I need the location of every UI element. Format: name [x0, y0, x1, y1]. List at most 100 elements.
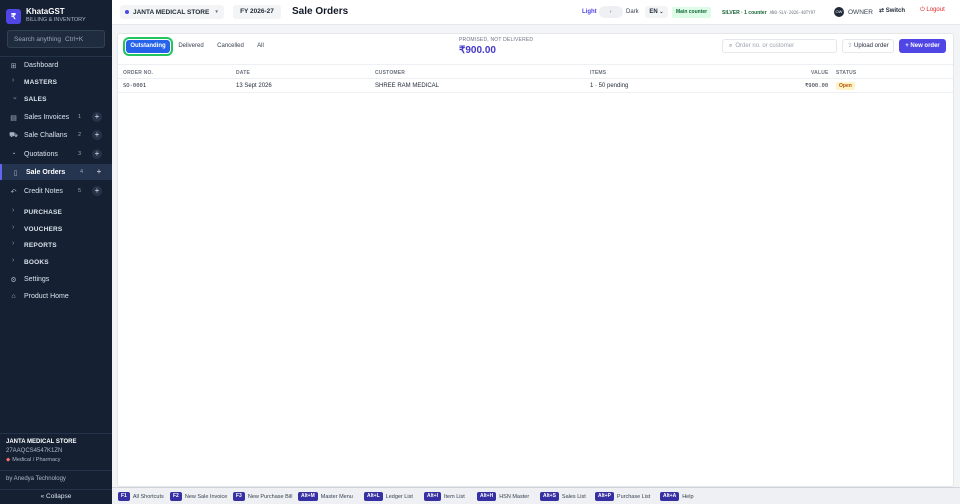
sidebar-item-dashboard[interactable]: ⊞ Dashboard — [0, 57, 112, 73]
tab-delivered[interactable]: Delivered — [174, 40, 208, 53]
switch-button[interactable]: ⇄ Switch — [879, 7, 905, 18]
shortcut-label: Master Menu — [320, 493, 353, 500]
search-icon: ⌕ — [729, 42, 733, 49]
column-value[interactable]: VALUE — [811, 70, 829, 76]
license-code: ANO-SLV-2026-40TY97 — [769, 10, 816, 15]
sidebar-item-label: Sales Invoices — [24, 113, 70, 121]
sidebar-group-sales[interactable]: ⌄ SALES — [0, 91, 112, 107]
language-selector[interactable]: EN ⌄ — [645, 6, 668, 18]
theme-toggle[interactable]: ◐ — [599, 6, 623, 18]
tab-all[interactable]: All — [253, 40, 268, 53]
table-header-top-border — [118, 64, 953, 65]
invoice-icon: ▤ — [10, 114, 17, 122]
chevron-down-icon: ⌄ — [12, 94, 18, 101]
theme-dark-label[interactable]: Dark — [626, 9, 639, 15]
shortcut-f1[interactable]: F1 All Shortcuts — [118, 492, 164, 501]
sidebar-group-purchase[interactable]: › PURCHASE — [0, 204, 112, 220]
add-sale-order-button[interactable]: + — [94, 167, 104, 177]
store-selector[interactable]: JANTA MEDICAL STORE ▾ — [120, 5, 224, 19]
shortcut-f3[interactable]: F3 New Purchase Bill — [233, 492, 292, 501]
tab-cancelled[interactable]: Cancelled — [213, 40, 248, 53]
column-date[interactable]: DATE — [236, 70, 250, 76]
theme-light-label[interactable]: Light — [582, 9, 597, 15]
app-subtitle: BILLING & INVENTORY — [26, 17, 86, 23]
column-status[interactable]: STATUS — [836, 70, 856, 76]
chevron-right-icon: › — [12, 257, 15, 264]
new-order-button[interactable]: + New order — [899, 39, 946, 53]
home-icon: ⌂ — [11, 293, 16, 300]
sidebar-group-reports[interactable]: › REPORTS — [0, 237, 112, 253]
shortcut-alt-m[interactable]: Alt+M Master Menu — [298, 492, 353, 501]
store-info: JANTA MEDICAL STORE 27AAQCS4547K1ZN ◆ Med… — [0, 433, 112, 463]
column-customer[interactable]: CUSTOMER — [375, 70, 405, 76]
order-number-cell[interactable]: SO-0001 — [123, 83, 146, 89]
add-credit-note-button[interactable]: + — [92, 186, 102, 196]
sidebar-item-count: 3 — [78, 151, 82, 157]
sidebar-group-vouchers[interactable]: › VOUCHERS — [0, 221, 112, 237]
sidebar-item-sales-invoices[interactable]: ▤ Sales Invoices 1 + — [0, 109, 112, 125]
power-icon: ⏻ — [920, 7, 925, 13]
shortcut-f2[interactable]: F2 New Sale Invoice — [170, 492, 227, 501]
sidebar-item-label: Credit Notes — [24, 187, 63, 195]
sidebar-divider — [0, 470, 112, 471]
promised-amount: ₹900.00 — [459, 45, 496, 56]
sidebar-item-count: 2 — [78, 132, 82, 138]
sidebar-item-count: 1 — [78, 114, 82, 120]
shortcut-label: Sales List — [561, 493, 586, 500]
column-order-no[interactable]: ORDER NO. — [123, 70, 153, 76]
shortcut-label: New Purchase Bill — [247, 493, 293, 500]
switch-icon: ⇄ — [879, 8, 885, 14]
sidebar-item-quotations[interactable]: ◔ Quotations 3 + — [0, 146, 112, 162]
add-sale-challan-button[interactable]: + — [92, 130, 102, 140]
sidebar-group-books[interactable]: › BOOKS — [0, 254, 112, 270]
shortcut-label: Purchase List — [616, 493, 651, 500]
credit-note-icon: ↶ — [10, 188, 17, 196]
counter-badge[interactable]: Main counter — [672, 7, 712, 18]
user-role: OWNER — [848, 9, 873, 16]
sidebar-item-credit-notes[interactable]: ↶ Credit Notes 5 + — [0, 183, 112, 199]
sidebar-item-settings[interactable]: ⚙ Settings — [0, 271, 112, 287]
dashboard-icon: ⊞ — [10, 62, 17, 70]
table-header-bottom-border — [118, 78, 953, 79]
vendor-credit: by Anedya Technology — [6, 476, 66, 482]
sidebar-item-sale-challans[interactable]: ⛟ Sale Challans 2 + — [0, 127, 112, 143]
key-badge: Alt+I — [424, 492, 441, 501]
shortcut-alt-p[interactable]: Alt+P Purchase List — [595, 492, 650, 501]
items-cell: 1 · 50 pending — [590, 83, 629, 89]
shortcut-label: New Sale Invoice — [184, 493, 228, 500]
sidebar-group-masters[interactable]: › MASTERS — [0, 74, 112, 90]
upload-order-button[interactable]: ⇪ Upload order — [842, 39, 894, 53]
add-sales-invoice-button[interactable]: + — [92, 112, 102, 122]
collapse-sidebar-button[interactable]: « Collapse — [0, 489, 112, 504]
footer-category-label: Medical / Pharmacy — [12, 457, 61, 463]
tab-outstanding[interactable]: Outstanding — [123, 37, 173, 56]
logout-button[interactable]: ⏻ Logout — [920, 7, 945, 18]
column-items[interactable]: ITEMS — [590, 70, 606, 76]
shortcut-alt-l[interactable]: Alt+L Ledger List — [364, 492, 413, 501]
sidebar-item-sale-orders[interactable]: ▯ Sale Orders 4 + — [0, 164, 112, 180]
sidebar-item-label: Settings — [24, 275, 50, 283]
chevron-right-icon: › — [12, 240, 15, 247]
shortcut-alt-h[interactable]: Alt+H HSN Master — [477, 492, 529, 501]
key-badge: Alt+P — [595, 492, 614, 501]
avatar[interactable]: OW — [834, 7, 844, 17]
sidebar-item-count: 5 — [78, 188, 82, 194]
chevron-right-icon: › — [12, 224, 15, 231]
shortcut-alt-a[interactable]: Alt+A Help — [660, 492, 694, 501]
add-quotation-button[interactable]: + — [92, 149, 102, 159]
order-search-input[interactable]: ⌕ Order no. or customer — [722, 39, 837, 53]
shortcut-label: All Shortcuts — [132, 493, 164, 500]
sidebar-item-product-home[interactable]: ⌂ Product Home — [0, 288, 112, 304]
sidebar-search[interactable]: Search anything Ctrl+K — [7, 30, 105, 48]
financial-year-selector[interactable]: FY 2026-27 — [233, 5, 281, 19]
shortcut-alt-s[interactable]: Alt+S Sales List — [540, 492, 586, 501]
brand[interactable]: ₹ KhataGST BILLING & INVENTORY — [6, 7, 86, 25]
store-selector-label: JANTA MEDICAL STORE — [133, 8, 210, 16]
page-title: Sale Orders — [292, 6, 349, 17]
search-placeholder: Order no. or customer — [735, 43, 795, 49]
status-badge: Open — [836, 82, 855, 90]
shortcut-label: Ledger List — [385, 493, 413, 500]
shortcut-alt-i[interactable]: Alt+I Item List — [424, 492, 465, 501]
sidebar-item-count: 4 — [80, 169, 84, 175]
rupee-logo-icon: ₹ — [6, 8, 21, 24]
